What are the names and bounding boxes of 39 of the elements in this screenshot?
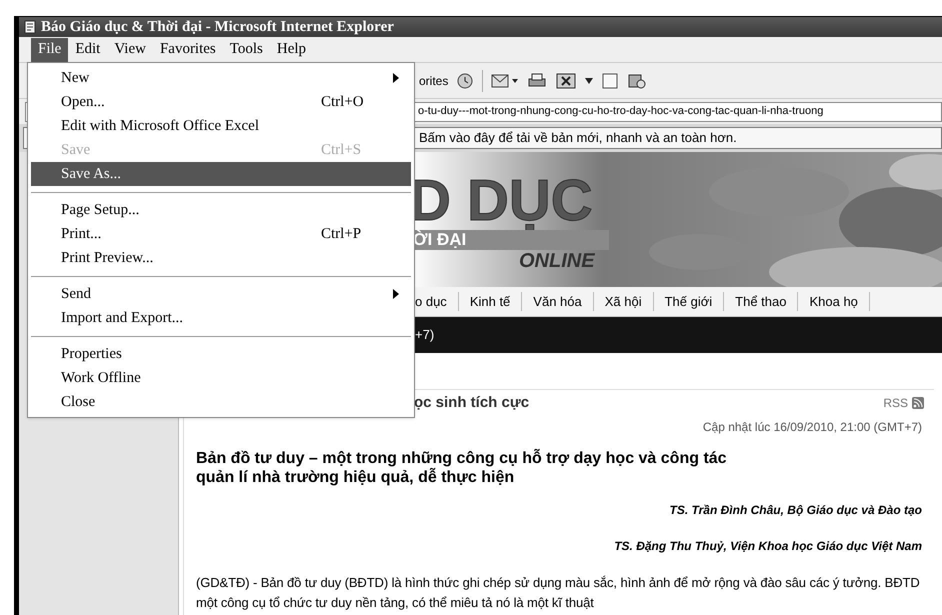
browser-page-icon: [23, 20, 37, 34]
menu-item[interactable]: Work Offline: [31, 366, 411, 390]
menu-bar-item[interactable]: Edit: [68, 38, 108, 62]
author-line: TS. Trần Đình Châu, Bộ Giáo dục và Đào tạo: [670, 502, 922, 518]
nav-link[interactable]: Kinh tế: [458, 292, 522, 312]
menu-bar-item[interactable]: Tools: [222, 38, 270, 62]
article-title: Bản đồ tư duy – một trong những công cụ hỗ trợ dạy học và công tác quản lí nhà trường hiệu quả, dễ thực hiện: [196, 448, 728, 486]
nav-link[interactable]: Thế giới: [654, 292, 724, 312]
menu-bar-item[interactable]: Help: [270, 38, 314, 62]
window-title: Báo Giáo dục & Thời đại - Microsoft Internet Explorer: [41, 18, 394, 37]
headline-ticker-text: +7): [415, 326, 434, 344]
favorites-button[interactable]: orites: [419, 72, 448, 90]
nav-link[interactable]: Văn hóa: [522, 292, 594, 312]
menu-item[interactable]: Page Setup...: [31, 198, 411, 222]
menu-bar-item[interactable]: View: [107, 38, 153, 62]
rss-icon[interactable]: [912, 397, 924, 410]
nav-link[interactable]: Thể thao: [724, 292, 798, 312]
article-body: (GD&TĐ) - Bản đồ tư duy (BĐTD) là hình thức ghi chép sử dụng màu sắc, hình ảnh để mở rộng và đào sâu các ý tưởng. BĐTD một công cụ tổ chức tư duy nền tảng, có thể miêu tả nó là một kĩ thuật: [196, 574, 921, 612]
shortcut-label: Ctrl+P: [321, 224, 362, 244]
menu-item[interactable]: New: [31, 66, 411, 90]
nav-link[interactable]: Khoa họ: [798, 292, 870, 312]
note-icon[interactable]: [601, 72, 620, 90]
menu-item[interactable]: Print... Ctrl+P: [31, 222, 411, 246]
banner-tagline: ONLINE: [518, 250, 596, 272]
author-line: TS. Đặng Thu Thuỷ, Viện Khoa học Giáo dục Việt Nam: [614, 538, 922, 554]
nav-link[interactable]: Xã hội: [594, 292, 654, 312]
mail-icon[interactable]: [491, 72, 520, 90]
menu-item[interactable]: Properties: [31, 342, 411, 366]
section-heading: ọc sinh tích cực: [414, 393, 530, 413]
menu-item[interactable]: Close: [31, 390, 411, 414]
rss-label[interactable]: RSS: [883, 394, 908, 412]
caret-icon[interactable]: [585, 78, 594, 84]
menu-bar-item[interactable]: Favorites: [152, 38, 223, 62]
history-icon[interactable]: [456, 72, 474, 90]
printer-icon[interactable]: [527, 72, 548, 90]
menu-item[interactable]: Save As...: [31, 162, 411, 186]
updated-time: Cập nhật lúc 16/09/2010, 21:00 (GMT+7): [702, 420, 922, 434]
menu-bar-item[interactable]: File: [31, 38, 68, 62]
menu-item[interactable]: Print Preview...: [31, 246, 411, 270]
